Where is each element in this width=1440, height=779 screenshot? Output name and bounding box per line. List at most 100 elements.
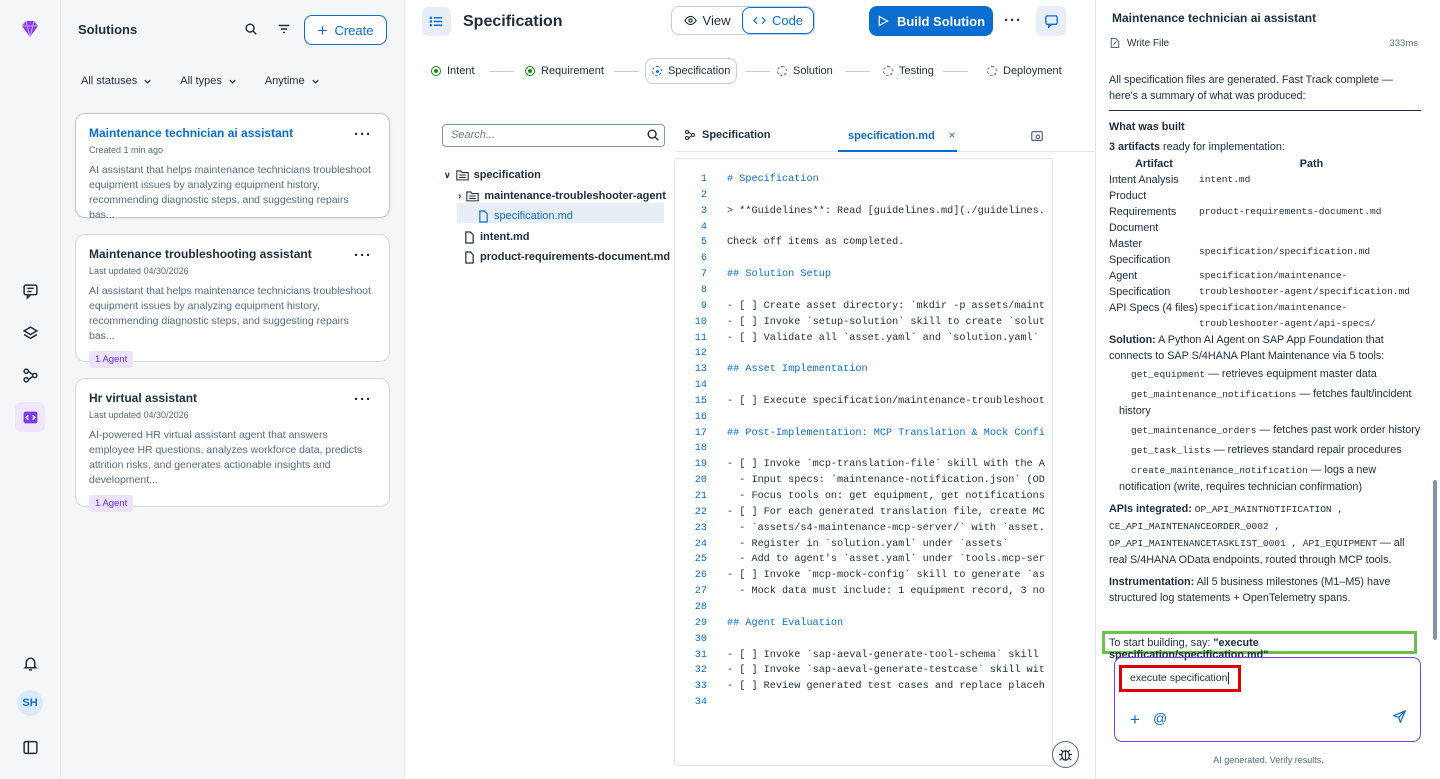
tree-file-prd[interactable]: product-requirements-document.md [464,247,670,267]
code-line: - [ ] Validate all `asset.yaml` and `sol… [727,332,1039,344]
line-number: 1 [700,174,707,185]
main-panel: Specification View Code Build Solution ·… [406,0,1096,779]
view-button[interactable]: View [672,7,742,34]
bell-icon[interactable] [15,648,45,678]
editor-tabs: Specification specification.md × [676,122,1096,152]
scrollbar[interactable] [1433,480,1437,640]
code-line: ## Post-Implementation: MCP Translation … [727,427,1045,439]
tree-folder-specification[interactable]: ∨ specification [444,165,541,185]
filter-icon[interactable] [277,22,291,36]
preview-icon[interactable] [1030,129,1044,148]
edit-file-icon [1110,37,1120,49]
code-line: - [ ] Invoke `mcp-mock-config` skill to … [727,570,1045,582]
list-icon[interactable] [422,7,451,36]
code-line: ## Asset Implementation [727,364,868,376]
solution-card[interactable]: Maintenance technician ai assistant ··· … [75,113,390,221]
line-number: 10 [694,316,707,328]
code-icon [752,16,766,25]
line-number: 11 [694,332,707,344]
step-intent[interactable]: Intent [431,58,475,84]
line-number: 12 [694,348,707,360]
tree-file-intent[interactable]: intent.md [464,227,530,247]
assistant-message: All specification files are generated. F… [1109,74,1421,604]
search-input[interactable]: Search... [442,124,665,147]
line-number: 9 [700,300,707,312]
folder-icon [455,170,469,181]
file-icon [465,230,474,244]
code-line: - Mock data must include: 1 equipment re… [727,586,1045,598]
line-number: 4 [700,221,707,233]
code-line: ## Solution Setup [727,269,831,281]
step-solution[interactable]: Solution [777,58,833,84]
network-icon[interactable] [15,360,45,390]
more-options-icon[interactable]: ··· [1004,12,1022,29]
tab-specification-md[interactable]: specification.md × [838,122,957,152]
eye-icon [683,15,697,26]
line-number: 21 [694,491,707,502]
code-line: - Input specs: `maintenance-notification… [727,475,1045,487]
code-line: - [ ] Review generated test cases and re… [727,681,1045,693]
start-building-hint: To start building, say: "execute specifi… [1102,631,1417,661]
build-solution-button[interactable]: Build Solution [869,6,993,36]
chat-icon[interactable] [15,276,45,306]
step-specification[interactable]: Specification [645,58,738,84]
send-icon[interactable] [1392,709,1407,728]
search-icon[interactable] [244,22,258,36]
code-line: - Add to agent's `asset.yaml` under `too… [727,554,1045,566]
solution-card[interactable]: Hr virtual assistant ··· Last updated 04… [75,378,390,512]
left-rail: SH [0,0,61,779]
more-options-icon[interactable]: ··· [354,391,372,408]
code-line: - [ ] Create asset directory: `mkdir -p … [727,300,1045,312]
panel-title: Solutions [78,22,138,37]
layers-icon[interactable] [15,318,45,348]
line-number: 27 [694,586,707,598]
tree-file-specification-md[interactable]: specification.md [478,206,573,226]
code-line: - [ ] Invoke `mcp-translation-file` skil… [727,459,1045,471]
more-options-icon[interactable]: ··· [354,126,372,143]
bug-icon[interactable] [1052,741,1079,768]
time-filter[interactable]: Anytime [265,75,320,87]
step-deployment[interactable]: Deployment [987,58,1062,84]
tab-specification-panel[interactable]: Specification [684,129,770,141]
more-options-icon[interactable]: ··· [354,247,372,264]
code-line: - [ ] Execute specification/maintenance-… [727,395,1045,407]
line-number: 29 [694,617,707,629]
chat-toggle-icon[interactable] [1036,6,1066,36]
line-number: 15 [694,395,707,407]
close-icon[interactable]: × [949,130,955,142]
code-line: - [ ] For each generated translation fil… [727,506,1045,518]
plus-icon: + [317,20,328,40]
mention-icon[interactable]: @ [1153,710,1167,726]
code-editor[interactable]: 1 # Specification 2 3 > **Guidelines**: Read… [674,158,1053,766]
add-icon[interactable]: + [1130,710,1140,730]
app-logo-icon[interactable] [15,14,45,44]
solution-card[interactable]: Maintenance troubleshooting assistant ··… [75,234,390,368]
sidebar-toggle-icon[interactable] [15,732,45,762]
page-title: Specification [463,13,563,30]
code-button[interactable]: Code [742,7,814,34]
line-number: 19 [694,459,707,471]
agent-badge: 1 Agent [89,495,134,512]
code-editor-icon[interactable] [15,402,45,432]
line-number: 30 [694,633,707,645]
folder-icon [466,191,480,202]
status-filter[interactable]: All statuses [81,75,152,87]
line-number: 5 [700,237,707,249]
file-icon [479,209,488,223]
type-filter[interactable]: All types [180,75,237,87]
create-button[interactable]: + Create [304,15,387,45]
message-input-field[interactable]: execute specification [1119,665,1241,692]
line-number: 3 [700,205,707,217]
view-toggle: View Code [671,6,815,35]
chevron-down-icon [229,79,236,84]
tool-call[interactable]: Write File [1109,37,1169,49]
code-line: > **Guidelines**: Read [guidelines.md](.… [727,205,1045,217]
search-icon [647,129,659,141]
step-requirement[interactable]: Requirement [525,58,604,84]
chevron-down-icon [144,79,151,84]
network-icon [684,129,696,141]
line-number: 2 [700,189,707,201]
avatar[interactable]: SH [17,690,43,716]
code-line: - `assets/s4-maintenance-mcp-server/` wi… [727,522,1045,534]
step-testing[interactable]: Testing [883,58,934,84]
